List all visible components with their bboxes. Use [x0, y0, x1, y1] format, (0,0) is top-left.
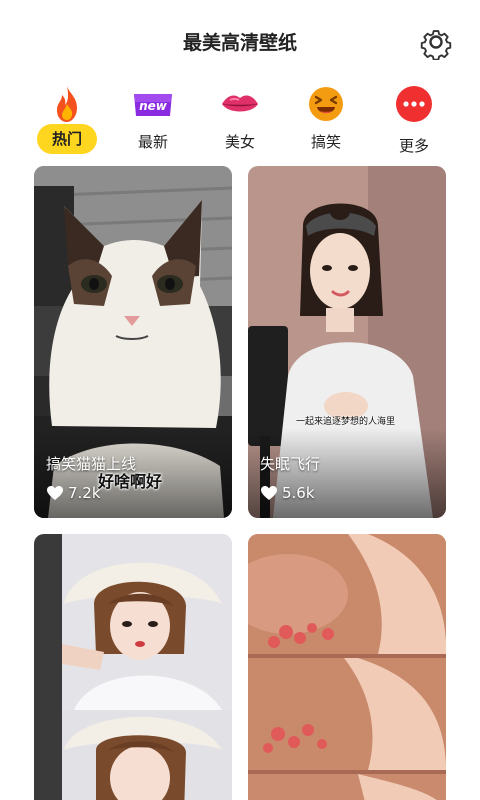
category-hot[interactable]: 热门	[27, 80, 107, 156]
category-new[interactable]: new 最新	[113, 80, 193, 156]
category-label: 搞笑	[310, 133, 341, 151]
laughing-face-icon	[306, 84, 346, 124]
wallpaper-card[interactable]: 好啥啊好 搞笑猫猫上线 7.2k	[34, 166, 232, 518]
page-title: 最美高清壁纸	[182, 32, 297, 54]
category-bar: 热门 new 最新 美女 搞笑 更多	[0, 80, 480, 160]
category-more[interactable]: 更多	[374, 80, 454, 156]
food-photo	[248, 534, 446, 800]
category-label: 美女	[224, 133, 255, 151]
card-likes: 5.6k	[260, 484, 315, 502]
like-count: 5.6k	[282, 484, 315, 502]
category-funny[interactable]: 搞笑	[286, 80, 366, 156]
card-likes: 7.2k	[46, 484, 101, 502]
gear-icon[interactable]	[418, 24, 454, 61]
wallpaper-card[interactable]	[34, 534, 232, 800]
category-label: 最新	[137, 133, 168, 151]
heart-icon	[261, 486, 277, 500]
wallpaper-card[interactable]	[248, 534, 446, 800]
category-beauty[interactable]: 美女	[200, 80, 280, 156]
new-badge-icon: new	[133, 84, 173, 124]
wallpaper-card[interactable]: 一起来追逐梦想的人海里 失眠飞行 5.6k	[248, 166, 446, 518]
category-label: 更多	[398, 137, 429, 155]
category-label: 热门	[37, 124, 97, 154]
svg-text:new: new	[139, 99, 168, 113]
like-count: 7.2k	[68, 484, 101, 502]
lips-icon	[220, 84, 260, 124]
video-subtitle: 一起来追逐梦想的人海里	[296, 417, 396, 427]
girl-hat-photo	[34, 534, 232, 800]
app-header: 最美高清壁纸	[0, 0, 480, 80]
flame-icon	[47, 84, 87, 124]
card-caption: 搞笑猫猫上线	[46, 455, 137, 473]
more-dots-icon	[394, 84, 434, 124]
heart-icon	[47, 486, 63, 500]
card-caption: 失眠飞行	[260, 455, 321, 473]
